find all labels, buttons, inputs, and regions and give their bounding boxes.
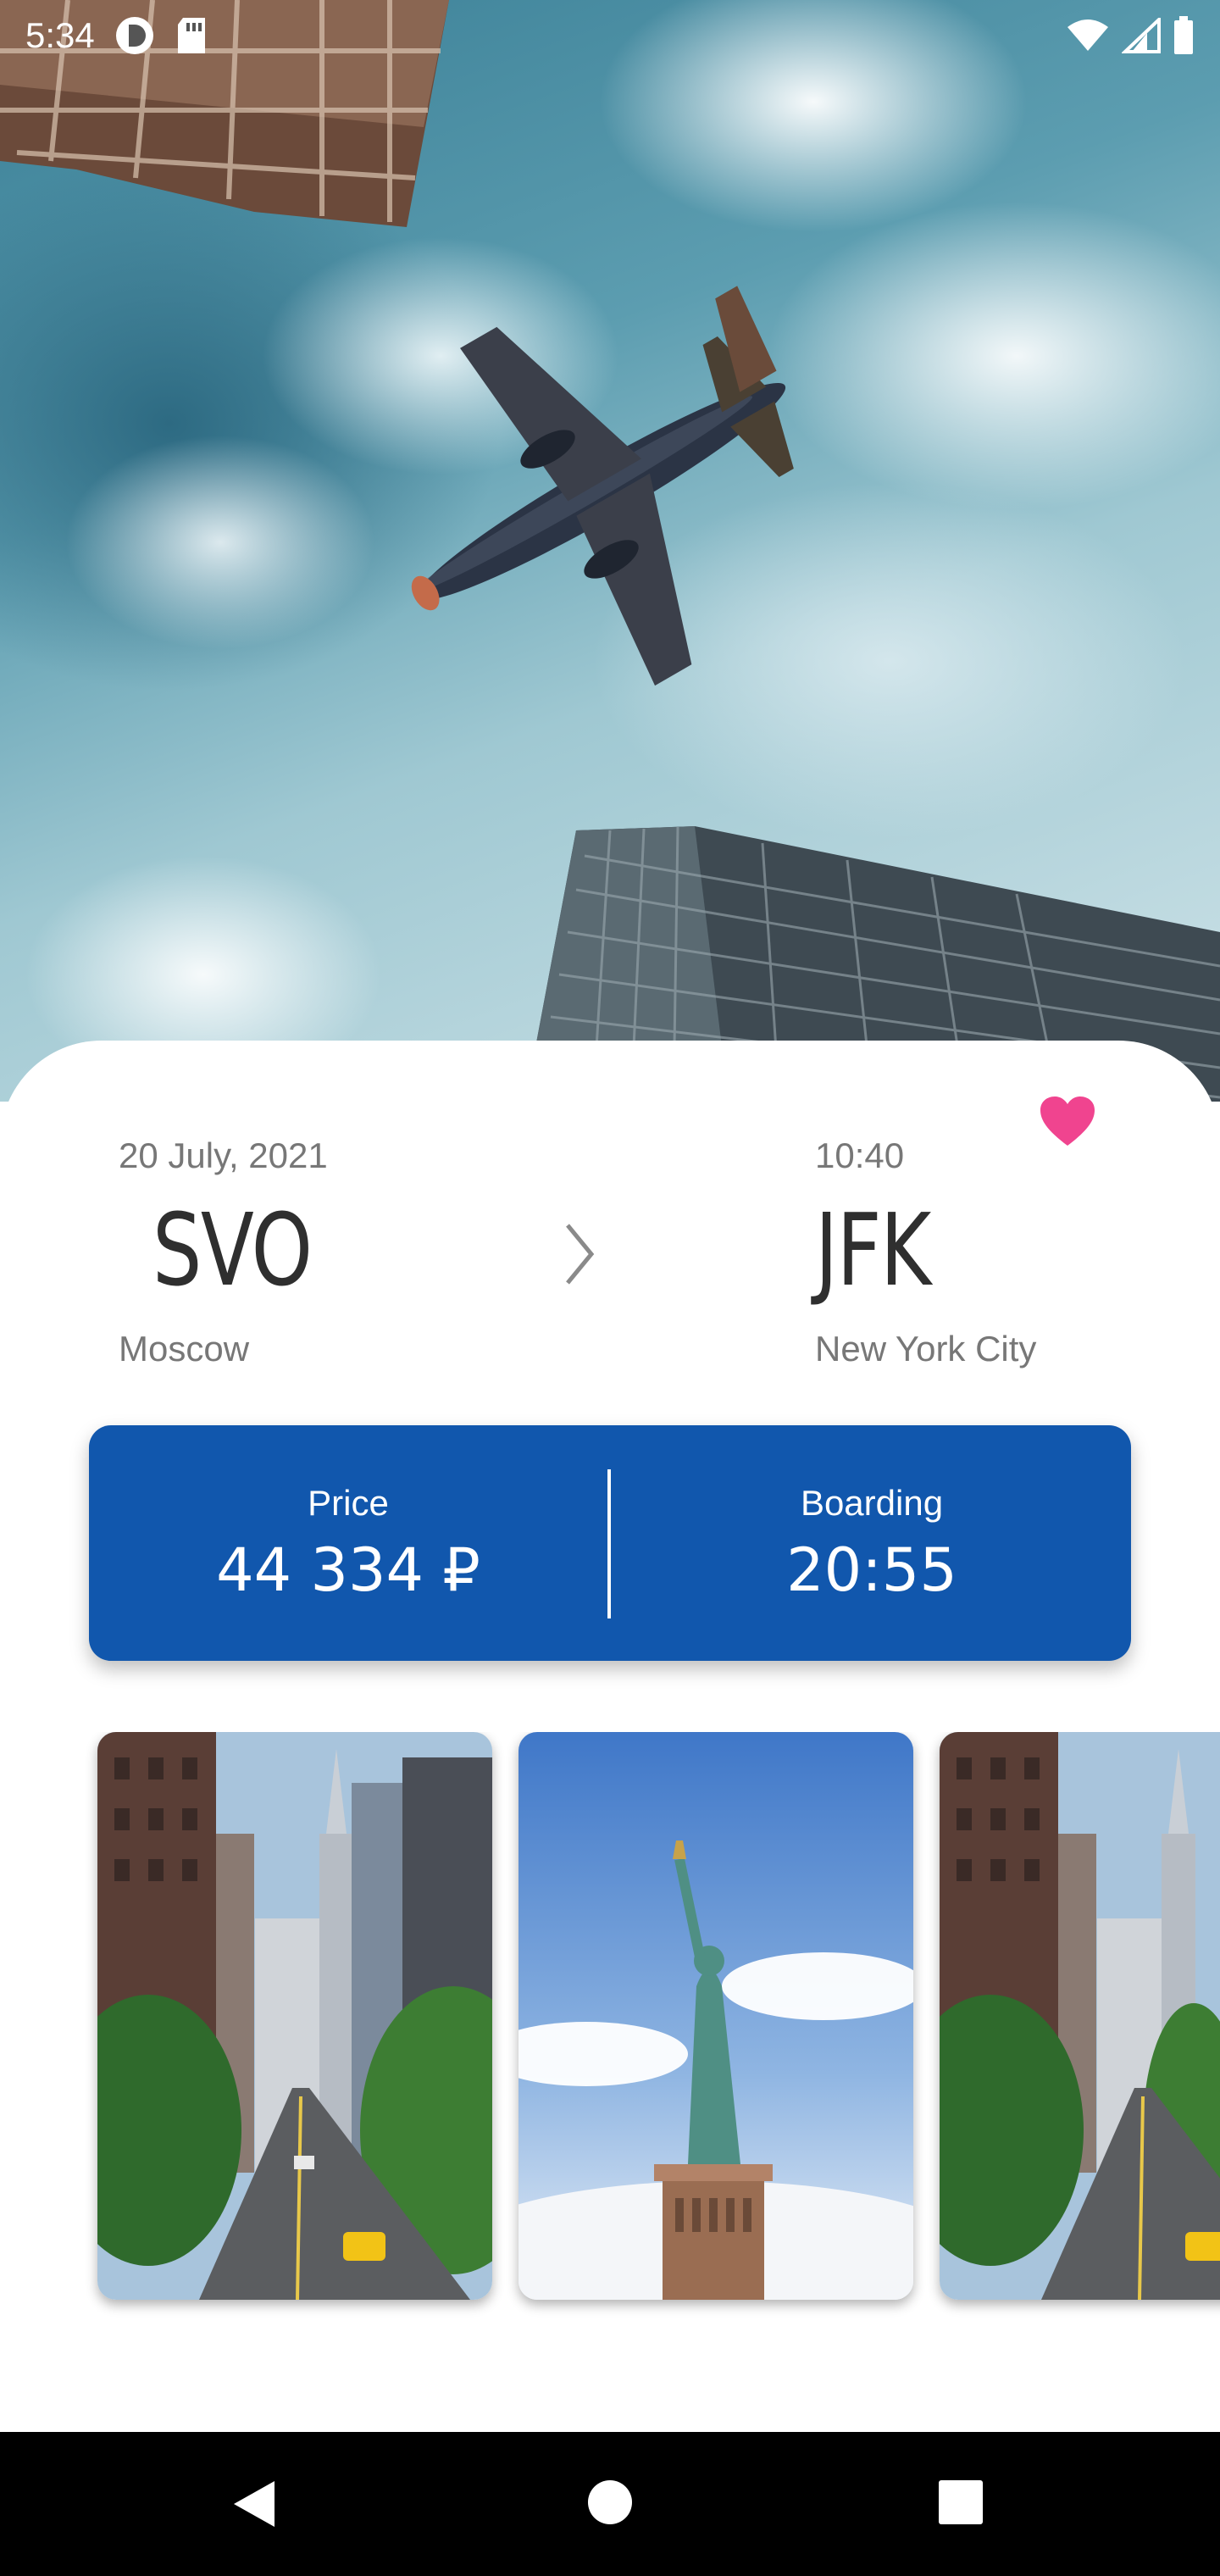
price-value: 44 334 ₽ — [216, 1535, 480, 1605]
signal-icon — [1122, 18, 1161, 53]
flight-date: 20 July, 2021 — [119, 1135, 328, 1175]
status-time: 5:34 — [25, 15, 95, 55]
flight-card: 20 July, 2021 10:40 SVO JFK Moscow New Y… — [0, 1041, 1220, 2432]
boarding-section: Boarding 20:55 — [613, 1425, 1131, 1661]
recents-icon[interactable] — [938, 2479, 984, 2525]
system-navigation-bar — [0, 2432, 1220, 2576]
favorite-heart-icon[interactable] — [1039, 1095, 1096, 1147]
home-icon[interactable] — [587, 2479, 633, 2525]
price-section: Price 44 334 ₽ — [89, 1425, 607, 1661]
flight-time: 10:40 — [815, 1135, 905, 1175]
sd-card-icon — [177, 18, 205, 53]
price-boarding-panel: Price 44 334 ₽ Boarding 20:55 — [89, 1425, 1131, 1661]
destination-code: JFK — [815, 1191, 931, 1308]
destination-city: New York City — [815, 1329, 1037, 1368]
back-icon[interactable] — [230, 2479, 278, 2529]
privacy-icon — [115, 17, 153, 54]
gallery-photo-manhattan-street[interactable] — [97, 1732, 492, 2300]
boarding-label: Boarding — [800, 1483, 944, 1523]
gallery-photo-statue-of-liberty[interactable] — [518, 1732, 913, 2300]
origin-city: Moscow — [119, 1329, 250, 1368]
boarding-value: 20:55 — [786, 1535, 957, 1605]
status-bar: 5:34 — [0, 0, 1220, 71]
gallery-photo-manhattan-street-2[interactable] — [940, 1732, 1220, 2300]
origin-code: SVO — [152, 1191, 313, 1308]
panel-divider — [607, 1469, 611, 1618]
hero-illustration — [0, 0, 1220, 1102]
battery-icon — [1174, 16, 1193, 54]
wifi-icon — [1068, 19, 1108, 51]
chevron-right-icon — [566, 1224, 595, 1285]
photo-gallery[interactable] — [0, 1732, 1220, 2325]
price-label: Price — [308, 1483, 389, 1523]
hero-image: 5:34 — [0, 0, 1220, 1102]
